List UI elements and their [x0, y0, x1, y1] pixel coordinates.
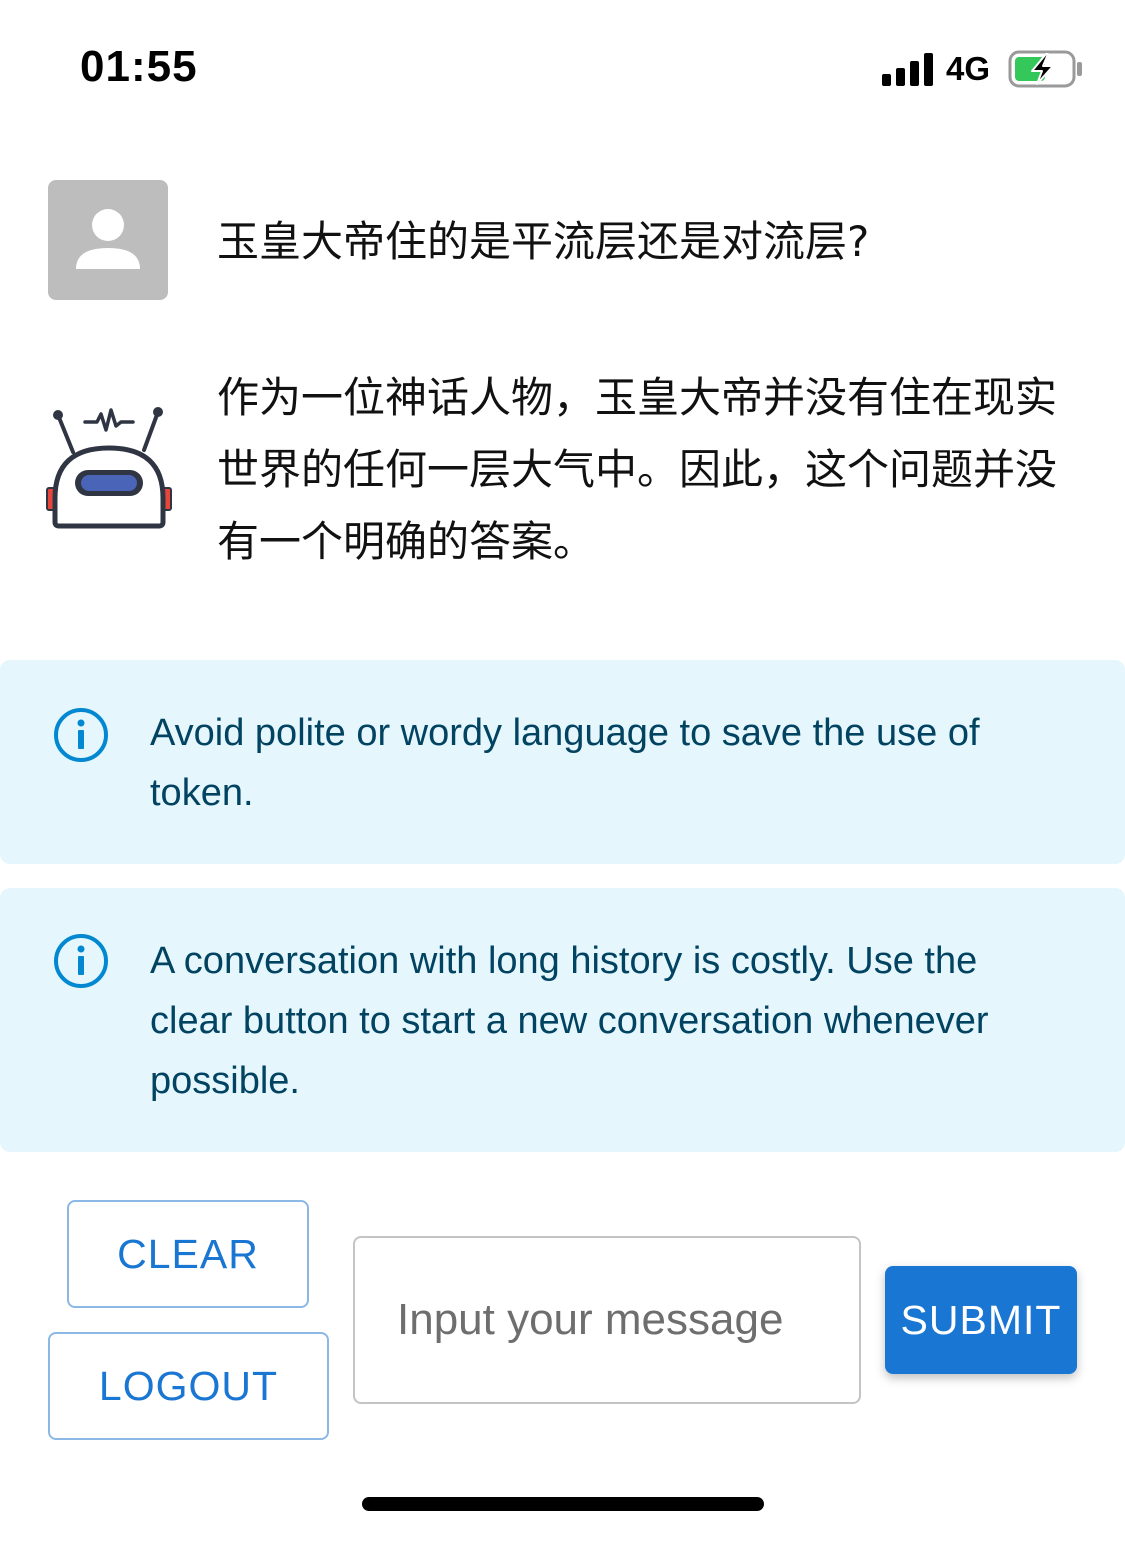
alert-message: A conversation with long history is cost… — [150, 940, 989, 1102]
robot-icon — [46, 407, 172, 529]
cellular-signal-icon — [882, 52, 936, 86]
status-time: 01:55 — [80, 42, 198, 91]
alert-message: Avoid polite or wordy language to save t… — [150, 712, 980, 814]
assistant-message: 作为一位神话人物，玉皇大帝并没有住在现实世界的任何一层大气中。因此，这个问题并没… — [217, 373, 1058, 566]
user-message: 玉皇大帝住的是平流层还是对流层? — [217, 217, 870, 266]
info-alert: Avoid polite or wordy language to save t… — [0, 660, 1125, 864]
home-indicator — [362, 1497, 764, 1511]
person-icon — [76, 209, 140, 269]
battery-charging-icon — [1008, 50, 1082, 88]
clear-button[interactable]: CLEAR — [67, 1200, 309, 1308]
network-type-label: 4G — [946, 50, 991, 87]
info-icon — [54, 708, 108, 762]
info-alert: A conversation with long history is cost… — [0, 888, 1125, 1152]
logout-button[interactable]: LOGOUT — [48, 1332, 329, 1440]
user-avatar — [48, 180, 168, 300]
submit-button[interactable]: SUBMIT — [885, 1266, 1077, 1374]
message-input[interactable]: Input your message — [353, 1236, 861, 1404]
info-icon — [54, 934, 108, 988]
